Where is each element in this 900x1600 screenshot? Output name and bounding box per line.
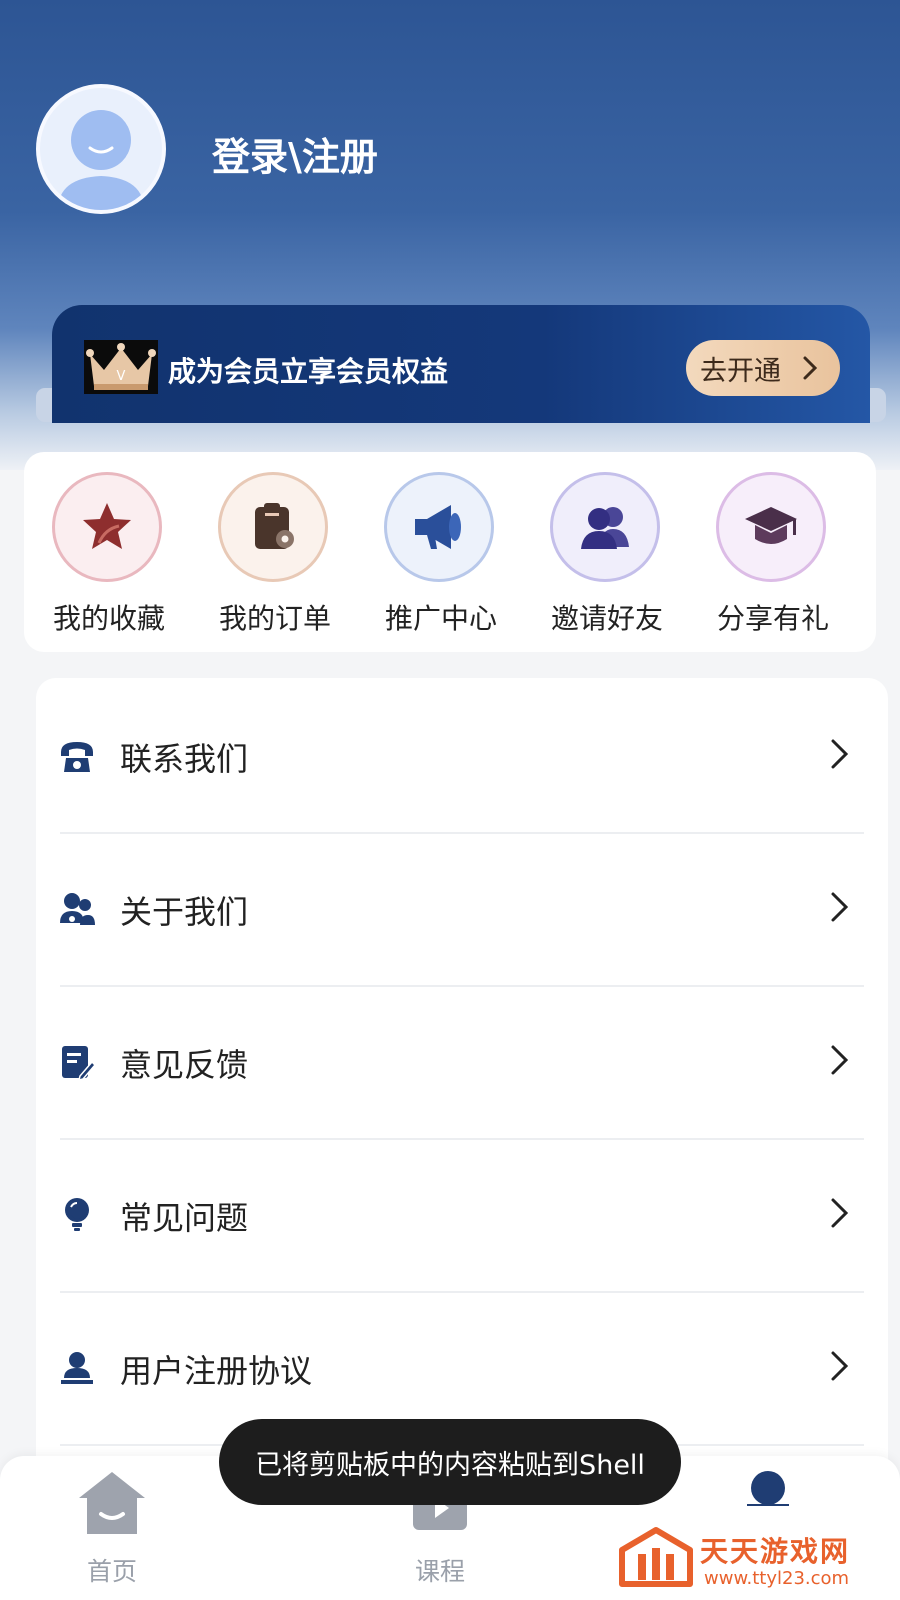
- toast-message: 已将剪贴板中的内容粘贴到Shell: [219, 1419, 681, 1505]
- user-agreement-icon: [61, 1352, 93, 1384]
- quick-action-badge: [716, 472, 826, 582]
- quick-actions-card: 我的收藏 我的订单 推广中心 邀请好友 分享有礼: [24, 452, 876, 652]
- vip-promo-text: 成为会员立享会员权益: [168, 355, 449, 388]
- star-icon: [83, 503, 131, 549]
- megaphone-icon: [415, 505, 461, 549]
- menu-item-label: 关于我们: [120, 893, 249, 931]
- quick-action-orders[interactable]: 我的订单: [190, 462, 360, 642]
- avatar[interactable]: [36, 84, 166, 214]
- clipboard-order-icon: [255, 503, 294, 549]
- quick-action-promotion[interactable]: 推广中心: [356, 462, 526, 642]
- crown-icon: V: [84, 340, 158, 394]
- quick-action-badge: [52, 472, 162, 582]
- svg-text:V: V: [117, 369, 126, 384]
- watermark-logo-icon: [619, 1527, 693, 1587]
- menu-item-label: 常见问题: [120, 1199, 249, 1237]
- chevron-right-icon: [831, 1045, 849, 1075]
- quick-action-invite[interactable]: 邀请好友: [522, 462, 692, 642]
- quick-action-label: 邀请好友: [550, 602, 663, 635]
- quick-action-label: 推广中心: [384, 602, 497, 635]
- settings-menu: 联系我们 关于我们 意见反馈 常见问题 用户注册协议: [36, 678, 888, 1478]
- menu-item-contact-us[interactable]: 联系我们: [36, 678, 888, 834]
- quick-action-share[interactable]: 分享有礼: [688, 462, 858, 642]
- activate-vip-button[interactable]: 去开通: [686, 340, 840, 396]
- banner-edge-right: [868, 388, 886, 422]
- chevron-right-icon: [831, 892, 849, 922]
- team-icon: [60, 893, 95, 925]
- quick-action-badge: [550, 472, 660, 582]
- activate-vip-label: 去开通: [700, 355, 781, 387]
- phone-icon: [61, 742, 93, 772]
- watermark-title: 天天游戏网: [700, 1535, 851, 1568]
- avatar-placeholder-icon: [58, 110, 144, 210]
- graduation-cap-icon: [745, 507, 797, 544]
- menu-item-feedback[interactable]: 意见反馈: [36, 984, 888, 1140]
- quick-action-favorites[interactable]: 我的收藏: [24, 462, 194, 642]
- menu-item-label: 用户注册协议: [120, 1352, 313, 1390]
- tab-home[interactable]: 首页: [32, 1456, 192, 1600]
- quick-action-label: 我的收藏: [52, 602, 165, 635]
- menu-item-about-us[interactable]: 关于我们: [36, 831, 888, 987]
- quick-action-label: 分享有礼: [716, 602, 829, 635]
- quick-action-label: 我的订单: [218, 602, 331, 635]
- feedback-icon: [62, 1046, 96, 1080]
- login-register-link[interactable]: 登录\注册: [212, 126, 378, 181]
- tab-label: 课程: [414, 1557, 465, 1586]
- watermark-url: www.ttyl23.com: [704, 1568, 850, 1589]
- quick-action-badge: [384, 472, 494, 582]
- watermark: 天天游戏网 www.ttyl23.com: [608, 1520, 900, 1600]
- home-icon: [79, 1472, 145, 1534]
- menu-item-label: 联系我们: [120, 740, 249, 778]
- menu-item-label: 意见反馈: [120, 1046, 249, 1084]
- menu-item-faq[interactable]: 常见问题: [36, 1137, 888, 1293]
- chevron-right-icon: [831, 1351, 849, 1381]
- chevron-right-icon: [831, 1198, 849, 1228]
- chevron-right-icon: [831, 739, 849, 769]
- lightbulb-icon: [65, 1198, 89, 1231]
- quick-action-badge: [218, 472, 328, 582]
- tab-label: 首页: [86, 1557, 137, 1586]
- users-icon: [581, 507, 629, 549]
- chevron-right-icon: [803, 356, 818, 380]
